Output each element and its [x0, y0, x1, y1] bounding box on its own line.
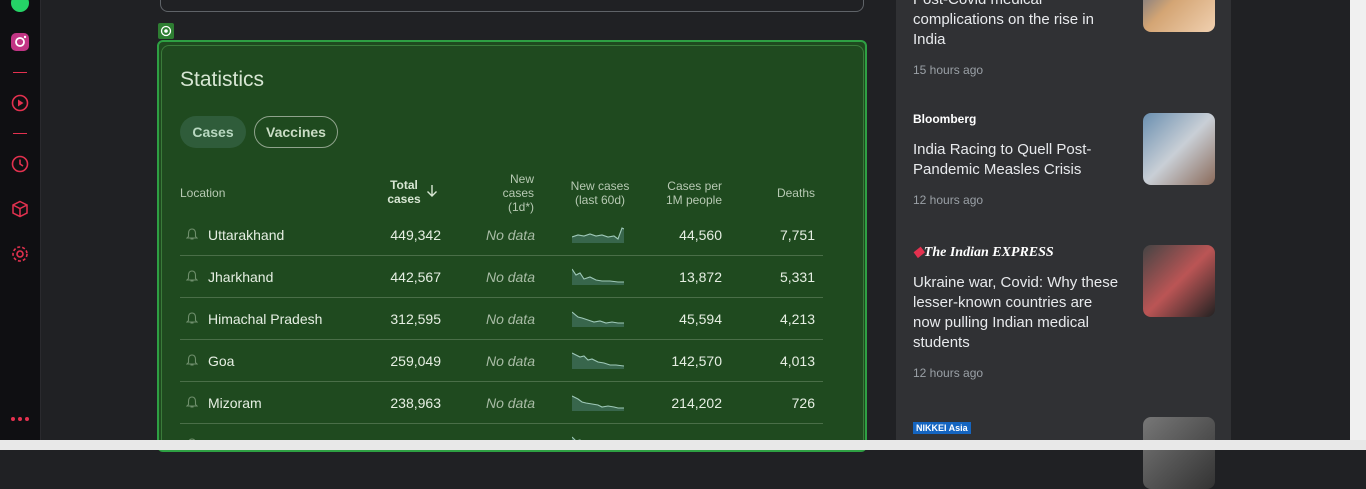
left-sidebar [0, 0, 41, 440]
cell-location: Mizoram [208, 394, 262, 411]
news-headline[interactable]: Ukraine war, Covid: Why these lesser-kno… [913, 273, 1123, 353]
sort-down-arrow-icon[interactable] [426, 184, 438, 198]
cell-total-cases: 238,963 [390, 394, 441, 411]
bell-icon[interactable] [186, 312, 198, 325]
vertical-scrollbar[interactable] [1350, 0, 1366, 440]
news-time: 12 hours ago [913, 366, 984, 380]
table-row[interactable]: Mizoram 238,963 No data 214,202 726 [180, 382, 823, 424]
header-new-cases-trend: New cases (last 60d) [570, 179, 630, 207]
more-icon[interactable] [9, 408, 31, 430]
cell-cases-per-million: 13,872 [679, 268, 722, 285]
cell-total-cases: 312,595 [390, 310, 441, 327]
history-icon[interactable] [9, 153, 31, 175]
cell-deaths: 726 [791, 394, 815, 411]
statistics-card: Statistics Cases Vaccines Location Total… [161, 45, 864, 450]
cell-total-cases: 449,342 [390, 226, 441, 243]
cell-location: Uttarakhand [208, 226, 285, 243]
bell-icon[interactable] [186, 354, 198, 367]
header-new-cases[interactable]: New cases (1d*) [482, 172, 534, 214]
news-thumbnail[interactable] [1143, 245, 1215, 317]
bell-icon[interactable] [186, 228, 198, 241]
header-total-cases[interactable]: Total cases [384, 178, 424, 206]
cell-new-cases: No data [485, 226, 535, 243]
cube-icon[interactable] [9, 198, 31, 220]
cell-new-cases: No data [485, 394, 535, 411]
trend-sparkline [572, 227, 624, 243]
news-thumbnail[interactable] [1143, 0, 1215, 32]
trend-sparkline [572, 268, 624, 285]
header-deaths[interactable]: Deaths [762, 186, 815, 200]
news-time: 12 hours ago [913, 193, 984, 207]
trend-sparkline [572, 395, 624, 411]
news-headline[interactable]: Post-Covid medical complications on the … [913, 0, 1123, 50]
previous-card [160, 0, 864, 12]
sidebar-divider [13, 133, 27, 134]
table-row[interactable]: Jharkhand 442,567 No data 13,872 5,331 [180, 256, 823, 298]
header-location[interactable]: Location [180, 186, 225, 200]
cell-deaths: 4,213 [779, 310, 815, 327]
whatsapp-icon[interactable] [9, 0, 31, 14]
cell-deaths: 4,013 [779, 352, 815, 369]
table-row[interactable]: Uttarakhand 449,342 No data 44,560 7,751 [180, 214, 823, 256]
sidebar-divider [13, 72, 27, 73]
cell-cases-per-million: 214,202 [671, 394, 722, 411]
horizontal-scrollbar[interactable] [0, 440, 1366, 450]
bell-icon[interactable] [186, 396, 198, 409]
cell-location: Jharkhand [208, 268, 274, 285]
news-headline[interactable]: India Racing to Quell Post-Pandemic Meas… [913, 140, 1123, 180]
table-row[interactable]: Himachal Pradesh 312,595 No data 45,594 4,21… [180, 298, 823, 340]
instagram-icon[interactable] [9, 31, 31, 53]
cell-total-cases: 442,567 [390, 268, 441, 285]
table-row[interactable]: Goa 259,049 No data 142,570 4,013 [180, 340, 823, 382]
trend-sparkline [572, 352, 624, 369]
news-thumbnail[interactable] [1143, 417, 1215, 489]
selection-badge-icon[interactable] [158, 23, 174, 39]
bell-icon[interactable] [186, 270, 198, 283]
cell-cases-per-million: 142,570 [671, 352, 722, 369]
cell-location: Goa [208, 352, 235, 369]
play-icon[interactable] [9, 92, 31, 114]
news-source: NIKKEI Asia [913, 422, 971, 434]
cell-total-cases: 259,049 [390, 352, 441, 369]
cell-deaths: 5,331 [779, 268, 815, 285]
cell-cases-per-million: 45,594 [679, 310, 722, 327]
cell-location: Himachal Pradesh [208, 310, 323, 327]
tab-cases[interactable]: Cases [180, 116, 246, 148]
cell-new-cases: No data [485, 268, 535, 285]
header-cases-per-million[interactable]: Cases per 1M people [654, 179, 722, 207]
statistics-panel: Statistics Cases Vaccines Location Total… [157, 40, 867, 452]
tab-vaccines[interactable]: Vaccines [254, 116, 338, 148]
news-sidebar: Post-Covid medical complications on the … [896, 0, 1231, 489]
cell-cases-per-million: 44,560 [679, 226, 722, 243]
cell-new-cases: No data [485, 310, 535, 327]
cell-new-cases: No data [485, 352, 535, 369]
gear-icon[interactable] [9, 243, 31, 265]
cell-deaths: 7,751 [779, 226, 815, 243]
statistics-title: Statistics [180, 68, 265, 91]
trend-sparkline [572, 311, 624, 327]
news-thumbnail[interactable] [1143, 113, 1215, 185]
news-time: 15 hours ago [913, 63, 984, 77]
